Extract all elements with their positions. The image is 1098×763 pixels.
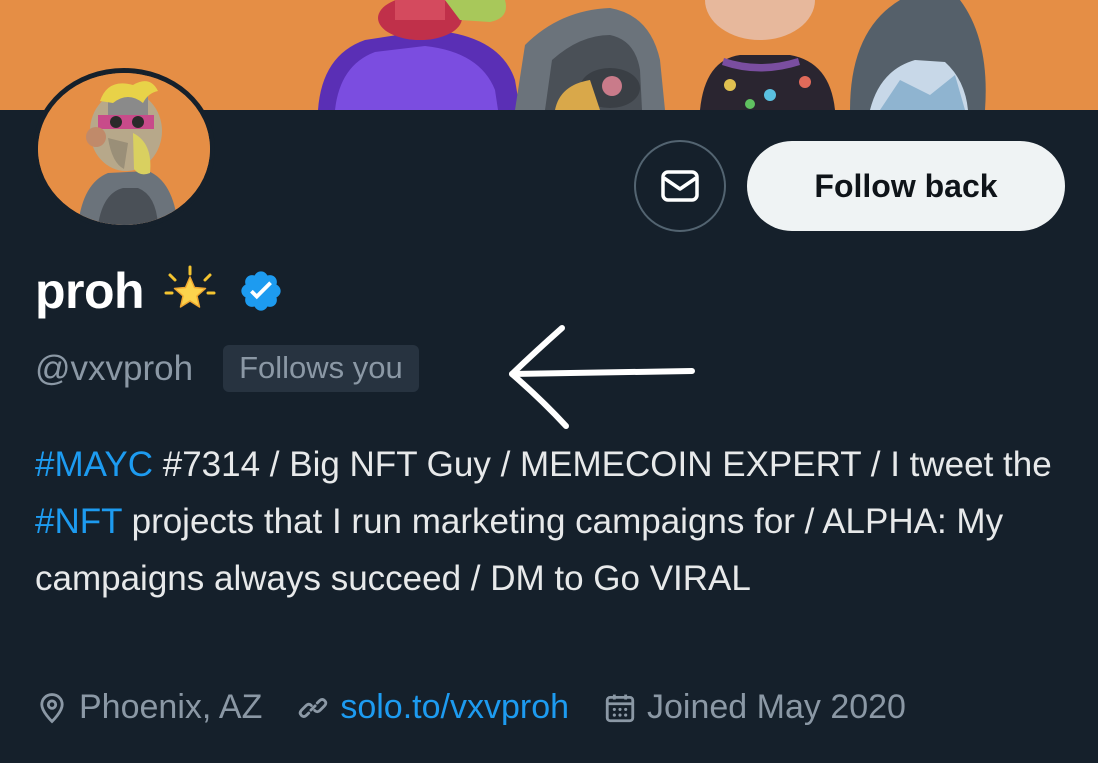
- hashtag-mayc-link[interactable]: #MAYC: [35, 445, 153, 484]
- website-link[interactable]: solo.to/vxvproh: [340, 688, 569, 727]
- joined-item: Joined May 2020: [603, 688, 906, 727]
- user-handle: @vxvproh: [35, 348, 194, 388]
- website-item[interactable]: solo.to/vxvproh: [296, 688, 569, 727]
- follows-you-badge: Follows you: [223, 345, 419, 392]
- glowing-star-icon: [164, 265, 216, 308]
- message-button[interactable]: [634, 140, 726, 232]
- profile-bio: #MAYC #7314 / Big NFT Guy / MEMECOIN EXP…: [35, 436, 1075, 607]
- joined-text: Joined May 2020: [647, 688, 906, 726]
- bio-text: projects that I run marketing campaigns …: [35, 502, 1004, 598]
- bio-text: #7314 / Big NFT Guy / MEMECOIN EXPERT / …: [153, 445, 1052, 484]
- location-pin-icon: [40, 692, 64, 723]
- location-text: Phoenix, AZ: [79, 688, 263, 726]
- hashtag-nft-link[interactable]: #NFT: [35, 502, 122, 541]
- link-icon: [299, 697, 328, 718]
- profile-meta-row: Phoenix, AZ solo.to/vxvproh Joined May 2…: [35, 688, 940, 727]
- follow-back-button[interactable]: Follow back: [747, 141, 1065, 231]
- avatar-image: [38, 73, 210, 225]
- envelope-icon: [661, 170, 699, 202]
- annotation-arrow-icon: [509, 325, 695, 429]
- handle-row: @vxvproh Follows you: [35, 345, 419, 392]
- calendar-icon: [605, 694, 635, 722]
- profile-name-row: proh: [35, 262, 284, 320]
- display-name: proh: [35, 263, 145, 319]
- verified-badge-icon[interactable]: [238, 268, 284, 314]
- location-item: Phoenix, AZ: [35, 688, 262, 727]
- avatar[interactable]: [33, 68, 215, 230]
